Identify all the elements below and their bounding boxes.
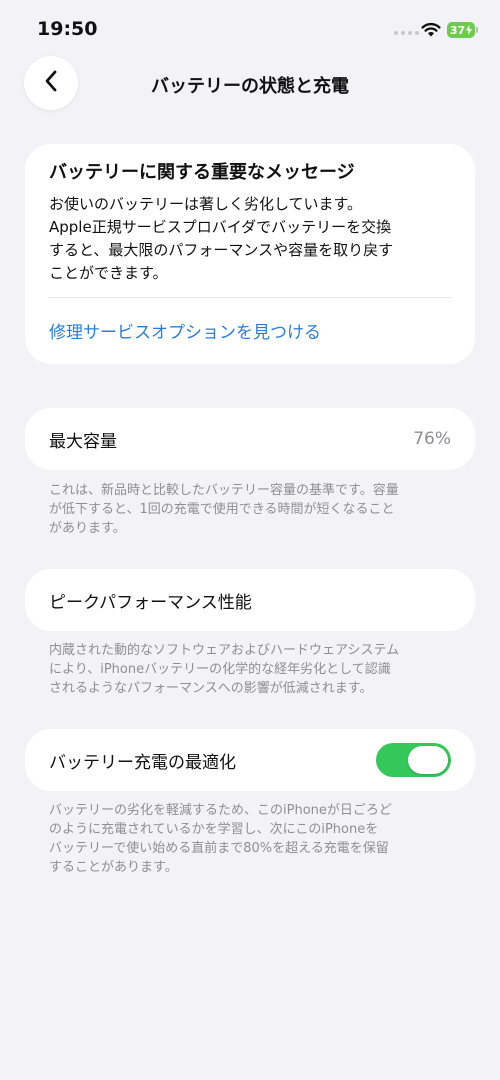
battery-tip [476,27,478,33]
message-title: バッテリーに関する重要なメッセージ [49,162,355,183]
max-capacity-value: 76% [413,429,451,449]
status-bar: 19:50 37 [0,0,500,56]
peak-performance-footnote: 内蔵された動的なソフトウェアおよびハードウェアシステム により、iPhoneバッ… [49,643,400,696]
wifi-icon [421,22,441,41]
page-title: バッテリーの状態と充電 [151,76,349,97]
battery-icon: 37 [447,22,475,38]
status-time: 19:50 [37,18,98,40]
divider [49,297,451,298]
max-capacity-row: 最大容量 76% [25,408,475,470]
peak-performance-label: ピークパフォーマンス性能 [49,592,252,613]
max-capacity-footnote: これは、新品時と比較したバッテリー容量の基準です。容量 が低下すると、1回の充電… [49,483,399,536]
repair-service-link[interactable]: 修理サービスオプションを見つける [49,318,451,343]
max-capacity-label: 最大容量 [49,431,117,452]
optimized-charging-label: バッテリー充電の最適化 [49,752,236,773]
peak-performance-row[interactable]: ピークパフォーマンス性能 [25,569,475,631]
message-body: お使いのバッテリーは著しく劣化しています。 Apple正規サービスプロバイダでバ… [49,195,394,282]
battery-level: 37 [449,23,466,37]
toggle-knob [408,746,448,774]
cellular-signal-icon [394,31,419,35]
optimized-charging-row: バッテリー充電の最適化 [25,729,475,791]
optimized-charging-toggle[interactable] [376,743,451,777]
battery-message-card: バッテリーに関する重要なメッセージ お使いのバッテリーは著しく劣化しています。 … [25,144,475,364]
optimized-charging-footnote: バッテリーの劣化を軽減するため、このiPhoneが日ごろど のように充電されてい… [49,803,392,875]
